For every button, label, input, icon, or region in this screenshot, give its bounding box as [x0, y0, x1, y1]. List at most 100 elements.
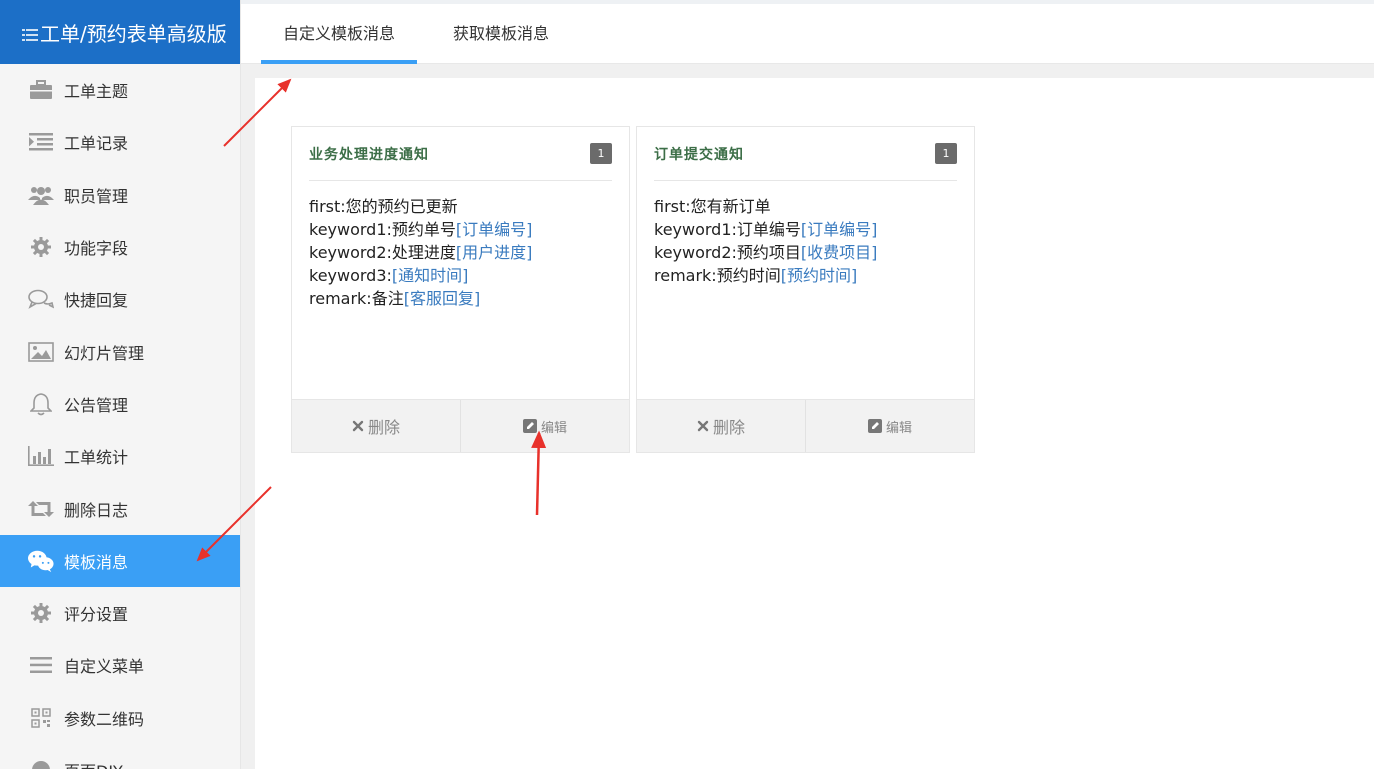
sidebar-item-7[interactable]: 公告管理 [0, 378, 240, 430]
edit-icon [867, 419, 882, 433]
image-icon [28, 341, 54, 363]
template-placeholder: [订单编号] [455, 220, 533, 239]
users-icon [28, 184, 54, 206]
list-icon [22, 24, 38, 41]
paint-icon [28, 759, 54, 769]
sidebar-item-10[interactable]: 模板消息 [0, 534, 240, 587]
sidebar-item-3[interactable]: 职员管理 [0, 169, 240, 221]
template-line: first:您有新订单 [654, 195, 957, 218]
template-line: first:您的预约已更新 [309, 195, 612, 218]
template-line-text: keyword2:预约项目 [654, 243, 801, 262]
sidebar-item-label: 工单记录 [64, 134, 129, 154]
content-left-divider [241, 64, 255, 769]
template-line: keyword1:订单编号[订单编号] [654, 218, 957, 241]
template-card: 业务处理进度通知 1 first:您的预约已更新 keyword1:预约单号[订单… [291, 126, 630, 453]
card-title: 订单提交通知 [654, 146, 744, 163]
sidebar-item-label: 评分设置 [64, 605, 129, 625]
close-icon [697, 420, 709, 432]
gear-icon [28, 236, 54, 258]
sidebar-item-label: 职员管理 [64, 186, 129, 206]
template-placeholder: [预约时间] [780, 266, 858, 285]
template-line: remark:预约时间[预约时间] [654, 264, 957, 287]
gear-icon [28, 602, 54, 624]
sidebar-item-9[interactable]: 删除日志 [0, 482, 240, 534]
retweet-icon [28, 498, 54, 520]
app-title-bar: 工单/预约表单高级版 [0, 0, 240, 64]
template-placeholder: [通知时间] [391, 266, 469, 285]
template-line: keyword1:预约单号[订单编号] [309, 218, 612, 241]
sidebar-item-label: 页面DIY [64, 758, 123, 769]
template-line-text: keyword3: [309, 266, 392, 285]
tab-custom-template[interactable]: 自定义模板消息 [261, 20, 418, 64]
sidebar-item-label: 幻灯片管理 [64, 343, 145, 363]
content-divider [241, 64, 1374, 78]
sidebar-item-14[interactable]: 页面DIY [0, 744, 240, 769]
sidebar-item-11[interactable]: 评分设置 [0, 587, 240, 639]
delete-button[interactable]: 删除 [292, 400, 460, 452]
bar-chart-icon [28, 445, 54, 467]
sidebar-item-13[interactable]: 参数二维码 [0, 692, 240, 744]
template-line: keyword2:预约项目[收费项目] [654, 241, 957, 264]
template-line-text: remark:备注 [309, 289, 404, 308]
card-header: 业务处理进度通知 1 [309, 127, 612, 181]
edit-icon [522, 419, 537, 433]
card-body: first:您有新订单 keyword1:订单编号[订单编号] keyword2:预… [637, 181, 974, 287]
sidebar-item-label: 快捷回复 [64, 291, 129, 311]
sidebar-item-1[interactable]: 工单主题 [0, 64, 240, 116]
tab-bar: 自定义模板消息 获取模板消息 [241, 0, 1374, 64]
sidebar-item-label: 模板消息 [64, 552, 129, 572]
card-badge: 1 [935, 143, 957, 164]
edit-label: 编辑 [540, 420, 567, 436]
template-line-text: keyword2:处理进度 [309, 243, 456, 262]
template-line: keyword2:处理进度[用户进度] [309, 241, 612, 264]
edit-label: 编辑 [885, 420, 912, 436]
sidebar-item-12[interactable]: 自定义菜单 [0, 639, 240, 691]
template-line: remark:备注[客服回复] [309, 287, 612, 310]
menu-icon [28, 654, 54, 676]
sidebar-item-label: 公告管理 [64, 395, 129, 415]
edit-button[interactable]: 编辑 [805, 400, 974, 452]
sidebar-item-4[interactable]: 功能字段 [0, 221, 240, 273]
template-line-text: first:您有新订单 [654, 197, 771, 216]
template-line: keyword3:[通知时间] [309, 264, 612, 287]
card-badge: 1 [590, 143, 612, 164]
template-line-text: keyword1:预约单号 [309, 220, 456, 239]
template-line-text: first:您的预约已更新 [309, 197, 458, 216]
template-placeholder: [订单编号] [800, 220, 878, 239]
sidebar-item-label: 参数二维码 [64, 709, 145, 729]
card-title: 业务处理进度通知 [309, 146, 429, 163]
wechat-icon [28, 550, 54, 572]
card-header: 订单提交通知 1 [654, 127, 957, 181]
delete-button[interactable]: 删除 [637, 400, 805, 452]
list-indent-icon [28, 131, 54, 153]
edit-button[interactable]: 编辑 [460, 400, 629, 452]
delete-label: 删除 [367, 418, 400, 437]
sidebar-item-label: 自定义菜单 [64, 657, 145, 677]
sidebar: 工单/预约表单高级版 工单主题工单记录职员管理功能字段快捷回复幻灯片管理公告管理… [0, 0, 241, 769]
sidebar-item-5[interactable]: 快捷回复 [0, 273, 240, 325]
template-placeholder: [用户进度] [455, 243, 533, 262]
template-line-text: remark:预约时间 [654, 266, 781, 285]
sidebar-item-label: 功能字段 [64, 239, 129, 259]
app-root: 工单/预约表单高级版 工单主题工单记录职员管理功能字段快捷回复幻灯片管理公告管理… [0, 0, 1374, 769]
qrcode-icon [28, 707, 54, 729]
sidebar-item-6[interactable]: 幻灯片管理 [0, 325, 240, 377]
delete-label: 删除 [712, 418, 745, 437]
sidebar-item-label: 工单主题 [64, 82, 129, 102]
sidebar-item-label: 工单统计 [64, 448, 129, 468]
sidebar-item-2[interactable]: 工单记录 [0, 116, 240, 168]
sidebar-item-label: 删除日志 [64, 500, 129, 520]
template-card: 订单提交通知 1 first:您有新订单 keyword1:订单编号[订单编号] k… [636, 126, 975, 453]
card-footer: 删除 编辑 [292, 399, 629, 452]
template-placeholder: [收费项目] [800, 243, 878, 262]
sidebar-item-8[interactable]: 工单统计 [0, 430, 240, 482]
card-footer: 删除 编辑 [637, 399, 974, 452]
chat-bubbles-icon [28, 288, 54, 310]
tab-fetch-template[interactable]: 获取模板消息 [431, 20, 571, 64]
app-title: 工单/预约表单高级版 [40, 21, 227, 46]
bell-icon [28, 393, 54, 416]
template-line-text: keyword1:订单编号 [654, 220, 801, 239]
briefcase-icon [28, 79, 54, 101]
card-body: first:您的预约已更新 keyword1:预约单号[订单编号] keyword2… [292, 181, 629, 310]
sidebar-menu: 工单主题工单记录职员管理功能字段快捷回复幻灯片管理公告管理工单统计删除日志模板消… [0, 64, 240, 769]
